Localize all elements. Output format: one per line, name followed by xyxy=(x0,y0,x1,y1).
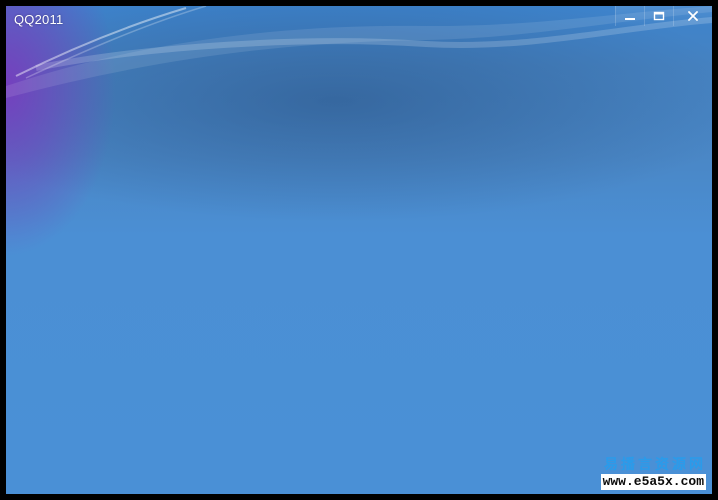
watermark-url: www.e5a5x.com xyxy=(600,474,706,490)
watermark-site-name: 易播言资源网 xyxy=(604,456,706,473)
window-title: QQ2011 xyxy=(14,12,64,27)
maximize-button[interactable] xyxy=(644,6,673,26)
title-bar[interactable]: QQ2011 xyxy=(6,6,712,34)
minimize-icon xyxy=(625,18,635,20)
maximize-icon xyxy=(653,11,665,21)
close-button[interactable] xyxy=(673,6,712,26)
decorative-swoosh xyxy=(6,6,712,98)
watermark: 易播言资源网 www.e5a5x.com xyxy=(600,456,706,490)
close-icon xyxy=(688,11,698,21)
minimize-button[interactable] xyxy=(615,6,644,26)
qq-main-window: QQ2011 易播言资源网 www.e5a5x.com xyxy=(6,6,712,494)
window-skin-background xyxy=(6,6,712,494)
window-controls xyxy=(615,6,712,26)
